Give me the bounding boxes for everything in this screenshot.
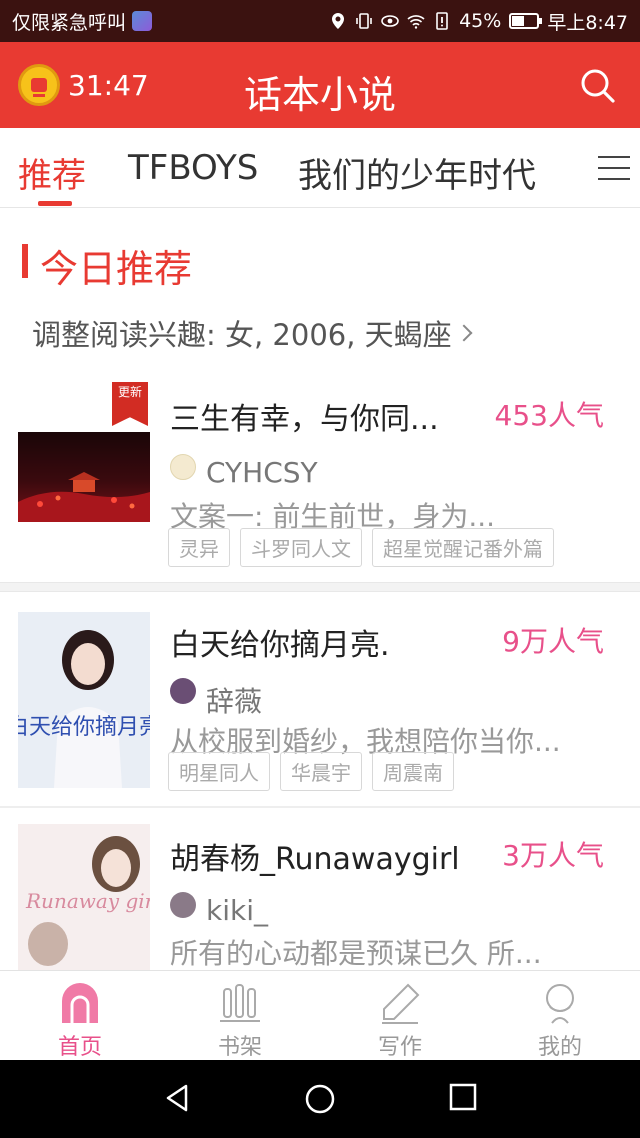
book-description: 所有的心动都是预谋已久 所... [170,937,542,970]
nav-label: 写作 [377,1035,422,1060]
tag-list: 明星同人 华晨宇 周震南 [168,752,454,791]
system-navigation-bar [0,1060,640,1138]
preference-text: 调整阅读兴趣: 女, 2006, 天蝎座 [32,318,452,352]
nav-profile[interactable]: 我的 [480,971,640,1060]
cover-title: Runaway girl [25,889,150,913]
author-name: kiki_ [206,894,268,927]
search-icon[interactable] [578,66,618,106]
nav-label: 书架 [217,1035,262,1060]
nav-bookshelf[interactable]: 书架 [160,971,320,1060]
nav-write[interactable]: 写作 [320,971,480,1060]
back-icon[interactable] [162,1082,194,1114]
profile-icon [546,984,574,1024]
book-title: 白天给你摘月亮. [170,628,390,663]
nav-label: 我的 [537,1035,582,1060]
book-cover [18,432,150,522]
sim-alert-icon [436,12,448,30]
update-badge: 更新 [112,382,148,426]
pen-icon [382,983,420,1024]
bottom-navigation: 首页 书架 写作 我的 [0,970,640,1060]
location-icon [332,13,345,29]
status-bar: 仅限紧急呼叫 45% 早上8:47 [0,0,640,42]
bookshelf-icon [220,984,260,1022]
popularity-count: 9万人气 [502,625,604,658]
section-title: 今日推荐 [40,247,193,291]
nav-label: 首页 [57,1035,102,1060]
tag[interactable]: 超星觉醒记番外篇 [372,528,554,567]
section-marker [22,244,28,278]
tag[interactable]: 周震南 [372,752,454,791]
book-title: 三生有幸，与你同... [170,402,439,437]
book-title: 胡春杨_Runawaygirl [170,842,460,877]
active-tab-indicator [38,201,72,206]
notification-app-icon [132,11,153,31]
nav-home[interactable]: 首页 [0,971,160,1060]
vibrate-icon [356,13,372,29]
tag[interactable]: 华晨宇 [280,752,362,791]
book-cover: Runaway girl [18,824,150,970]
battery-percent: 45% [459,10,502,32]
tag[interactable]: 灵异 [168,528,230,567]
recent-apps-icon[interactable] [448,1082,478,1112]
wifi-icon [407,15,425,29]
tag[interactable]: 斗罗同人文 [240,528,362,567]
reading-preference-link[interactable]: 调整阅读兴趣: 女, 2006, 天蝎座 [32,312,473,354]
menu-icon[interactable] [598,156,630,182]
tag-list: 灵异 斗罗同人文 超星觉醒记番外篇 [168,528,554,567]
battery-icon [509,13,543,29]
author-avatar [170,454,196,480]
author-avatar [170,892,196,918]
clock: 早上8:47 [547,11,628,34]
eye-icon [381,15,399,27]
author-name: CYHCSY [206,456,318,489]
home-icon [62,983,98,1023]
author-avatar [170,678,196,704]
divider [0,806,640,808]
popularity-count: 453人气 [494,399,604,432]
author-name: 辞薇 [206,685,263,718]
cover-title: 白天给你摘月亮 [18,715,150,740]
popularity-count: 3万人气 [502,839,604,872]
tab-recommend[interactable]: 推荐 [18,148,86,197]
category-tabs: 推荐 TFBOYS 我们的少年时代 [0,128,640,208]
book-cover: 白天给你摘月亮 [18,612,150,788]
tab-tfboys[interactable]: TFBOYS [128,148,258,188]
home-button-icon[interactable] [303,1082,337,1116]
divider [0,582,640,592]
app-title: 话本小说 [243,73,396,117]
carrier-text: 仅限紧急呼叫 [12,11,127,34]
tab-youth-era[interactable]: 我们的少年时代 [298,148,536,197]
chevron-right-icon [455,324,473,342]
tag[interactable]: 明星同人 [168,752,270,791]
app-header: 31:47 话本小说 [0,42,640,128]
